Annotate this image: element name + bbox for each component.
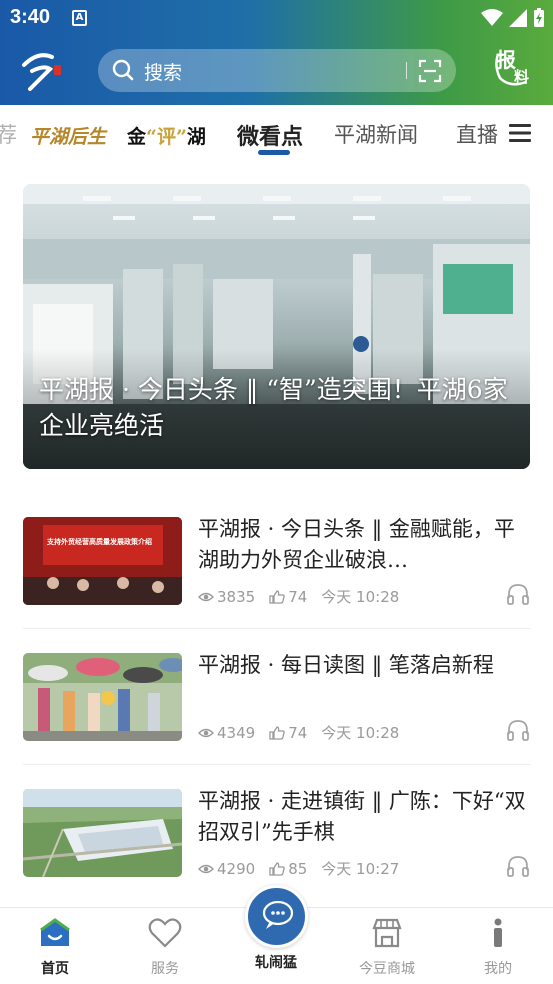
likes-count: 74	[288, 723, 308, 742]
signal-icon	[509, 9, 527, 27]
nav-mine[interactable]: 我的	[453, 916, 543, 978]
news-meta: 4290 85 今天 10:27	[198, 858, 399, 879]
hero-caption: 平湖报 · 今日头条 ‖ “智”造突围！平湖6家企业亮绝活	[39, 375, 508, 440]
nav-service[interactable]: 服务	[120, 916, 210, 978]
publish-time: 今天 10:27	[321, 860, 400, 878]
chat-bubble-icon	[262, 900, 294, 929]
like-icon	[269, 725, 285, 740]
nav-mine-label: 我的	[484, 961, 512, 977]
info-icon	[494, 918, 502, 947]
news-meta: 4349 74 今天 10:28	[198, 722, 399, 743]
publish-time: 今天 10:28	[321, 724, 400, 742]
status-icons	[481, 8, 545, 28]
divider	[23, 628, 530, 629]
views-count: 3835	[217, 587, 256, 606]
nav-home-label: 首页	[41, 961, 69, 977]
nav-center-label: 轧闹猛	[255, 955, 297, 971]
report-label-bottom: 料	[514, 68, 530, 86]
news-thumbnail: 支持外贸经营高质量发展政策介绍	[23, 517, 182, 605]
report-button[interactable]: 报 料	[490, 42, 538, 90]
report-label-top: 报	[496, 48, 516, 72]
like-icon	[269, 861, 285, 876]
app-header: 3:40 A 搜索 报 料	[0, 0, 553, 105]
search-icon	[112, 59, 134, 81]
publish-time: 今天 10:28	[321, 588, 400, 606]
wifi-icon	[481, 9, 503, 26]
tab-pinghu-housheng[interactable]: 平湖后生	[30, 122, 106, 149]
views-count: 4349	[217, 723, 256, 742]
nav-shop[interactable]: 今豆商城	[342, 916, 432, 978]
nav-shop-label: 今豆商城	[359, 961, 415, 977]
home-icon	[40, 918, 70, 946]
search-placeholder: 搜索	[144, 62, 183, 84]
news-thumbnail	[23, 653, 182, 741]
notification-a-icon: A	[72, 10, 87, 26]
news-title: 平湖报 · 走进镇街 ‖ 广陈：下好“双招双引”先手棋	[198, 789, 526, 844]
headphones-icon[interactable]	[506, 719, 530, 741]
like-icon	[269, 589, 285, 604]
store-icon	[372, 918, 402, 948]
thumbnail-image	[23, 653, 182, 741]
menu-icon[interactable]	[509, 123, 531, 143]
tab-recommend[interactable]: 荐	[0, 119, 17, 149]
thumbnail-image	[23, 517, 182, 605]
tab-pinghu-news[interactable]: 平湖新闻	[334, 119, 418, 149]
news-title: 平湖报 · 今日头条 ‖ 金融赋能，平湖助力外贸企业破浪…	[198, 517, 515, 572]
tab-jin-ping-hu-pre: 金	[127, 126, 147, 148]
news-title: 平湖报 · 每日读图 ‖ 笔落启新程	[198, 653, 494, 677]
divider	[23, 764, 530, 765]
status-bar: 3:40 A	[0, 0, 553, 38]
news-meta: 3835 74 今天 10:28	[198, 586, 399, 607]
headphones-icon[interactable]	[506, 583, 530, 605]
headphones-icon[interactable]	[506, 855, 530, 877]
news-item[interactable]: 平湖报 · 走进镇街 ‖ 广陈：下好“双招双引”先手棋 4290 85 今天 1…	[23, 789, 530, 899]
likes-count: 85	[288, 859, 308, 878]
nav-service-label: 服务	[151, 961, 179, 977]
active-tab-indicator	[258, 150, 290, 155]
views-icon	[198, 864, 214, 873]
heart-icon	[148, 918, 182, 948]
news-item[interactable]: 支持外贸经营高质量发展政策介绍 平湖报 · 今日头条 ‖ 金融赋能，平湖助力外贸…	[23, 517, 530, 627]
nav-home[interactable]: 首页	[10, 916, 100, 978]
app-logo-icon[interactable]	[18, 45, 66, 93]
news-thumbnail	[23, 789, 182, 877]
hero-article[interactable]: 平湖报 · 今日头条 ‖ “智”造突围！平湖6家企业亮绝活	[23, 184, 530, 469]
views-icon	[198, 592, 214, 601]
tab-jin-ping-hu-quote: “评”	[146, 126, 187, 148]
thumbnail-image	[23, 789, 182, 877]
views-icon	[198, 728, 214, 737]
search-bar[interactable]: 搜索	[98, 49, 456, 92]
tab-live[interactable]: 直播	[456, 119, 498, 149]
thumbnail-banner-text: 支持外贸经营高质量发展政策介绍	[47, 538, 152, 546]
tab-jin-ping-hu-post: 湖	[186, 126, 206, 148]
search-divider	[406, 62, 407, 79]
status-time: 3:40	[10, 6, 51, 28]
scan-icon[interactable]	[418, 59, 442, 83]
likes-count: 74	[288, 587, 308, 606]
news-item[interactable]: 平湖报 · 每日读图 ‖ 笔落启新程 4349 74 今天 10:28	[23, 653, 530, 763]
tab-weikandian[interactable]: 微看点	[237, 119, 303, 151]
views-count: 4290	[217, 859, 256, 878]
battery-icon	[534, 8, 544, 27]
nav-center-button[interactable]	[245, 885, 308, 948]
tab-jin-ping-hu[interactable]: 金“评”湖	[127, 122, 206, 149]
